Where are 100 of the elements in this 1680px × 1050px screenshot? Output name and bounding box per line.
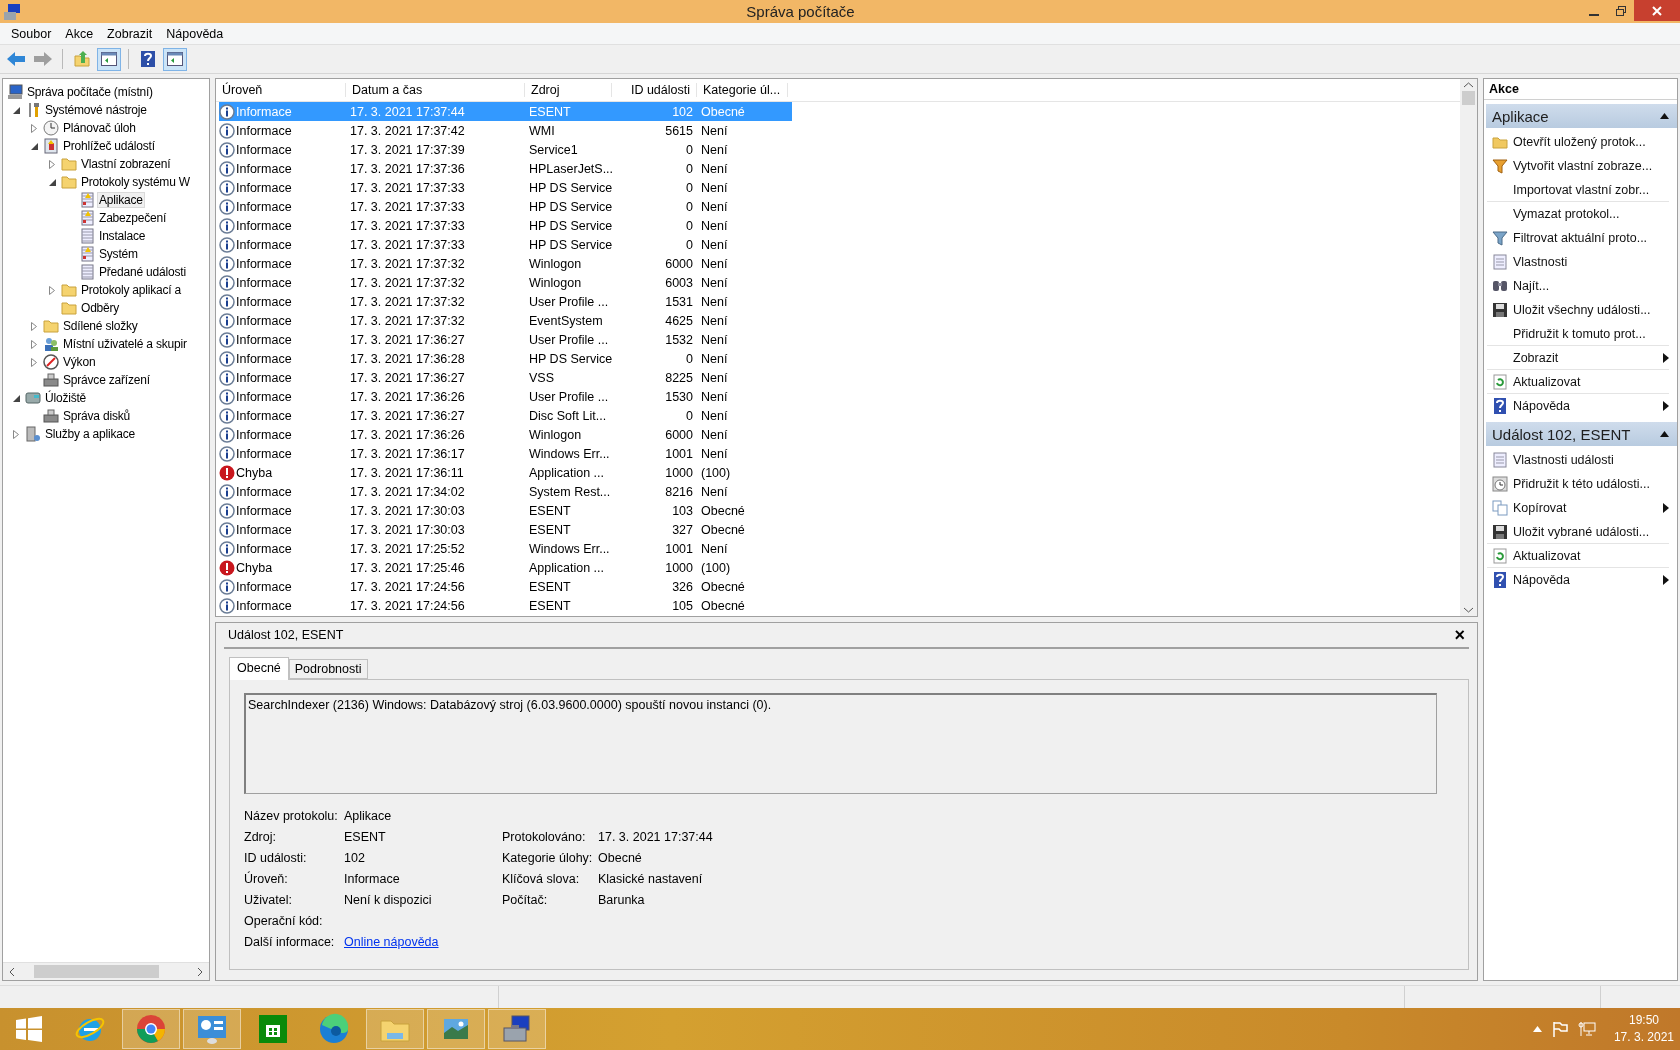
- action-item[interactable]: Zobrazit: [1513, 350, 1663, 365]
- collapse-icon[interactable]: [1660, 113, 1669, 119]
- table-row[interactable]: Informace 17. 3. 2021 17:37:32 EventSystem 4625 Není: [219, 311, 792, 330]
- tray-arrow-icon[interactable]: [1532, 1026, 1542, 1032]
- table-row[interactable]: Informace 17. 3. 2021 17:25:52 Windows Err... 1001 Není: [219, 539, 792, 558]
- tree-item[interactable]: Plánovač úloh: [61, 120, 138, 136]
- expand-icon[interactable]: [49, 159, 55, 169]
- table-row[interactable]: Informace 17. 3. 2021 17:37:32 User Profile ... 1531 Není: [219, 292, 792, 311]
- flag-icon[interactable]: [1551, 1021, 1568, 1037]
- expand-icon[interactable]: [49, 285, 55, 295]
- column-header[interactable]: ID události: [612, 83, 697, 97]
- scroll-thumb[interactable]: [34, 965, 159, 978]
- tree-item[interactable]: Systémové nástroje: [43, 102, 149, 118]
- collapse-icon[interactable]: [13, 106, 20, 114]
- table-row[interactable]: Informace 17. 3. 2021 17:36:17 Windows Err... 1001 Není: [219, 444, 792, 463]
- action-item[interactable]: Nápověda: [1513, 572, 1663, 587]
- table-row[interactable]: Informace 17. 3. 2021 17:37:36 HPLaserJetS... 0 Není: [219, 159, 792, 178]
- tree-item[interactable]: Vlastní zobrazení: [79, 156, 173, 172]
- table-row[interactable]: Informace 17. 3. 2021 17:37:32 Winlogon 6003 Není: [219, 273, 792, 292]
- scroll-up-icon[interactable]: [1464, 82, 1473, 88]
- tab[interactable]: Podrobnosti: [288, 659, 368, 679]
- action-item[interactable]: Uložit všechny události...: [1513, 302, 1669, 317]
- close-button[interactable]: ×: [1450, 627, 1469, 643]
- collapse-icon[interactable]: [31, 142, 38, 150]
- tree-item[interactable]: Prohlížeč událostí: [61, 138, 157, 154]
- action-item[interactable]: Vymazat protokol...: [1513, 206, 1669, 221]
- menu-item[interactable]: Akce: [58, 26, 101, 41]
- network-icon[interactable]: [1577, 1021, 1596, 1037]
- tree-item[interactable]: Místní uživatelé a skupir: [61, 336, 189, 352]
- tab[interactable]: Obecné: [229, 657, 289, 680]
- close-button[interactable]: [1634, 0, 1680, 21]
- scroll-right-icon[interactable]: [196, 967, 204, 976]
- action-item[interactable]: Nápověda: [1513, 398, 1663, 413]
- scrollbar[interactable]: [1460, 79, 1477, 616]
- tree-item[interactable]: Protokoly aplikací a: [79, 282, 184, 298]
- scroll-thumb[interactable]: [1462, 91, 1475, 105]
- action-item[interactable]: Uložit vybrané události...: [1513, 524, 1669, 539]
- taskbar-app[interactable]: [427, 1009, 485, 1049]
- help-link[interactable]: Online nápověda: [344, 935, 439, 949]
- scroll-down-icon[interactable]: [1464, 607, 1473, 613]
- tree-item[interactable]: Předané události: [97, 264, 188, 280]
- action-item[interactable]: Importovat vlastní zobr...: [1513, 182, 1669, 197]
- expand-icon[interactable]: [13, 429, 19, 439]
- table-row[interactable]: Informace 17. 3. 2021 17:36:26 User Profile ... 1530 Není: [219, 387, 792, 406]
- table-row[interactable]: Chyba 17. 3. 2021 17:36:11 Application ... 1000 (100): [219, 463, 792, 482]
- tree-item[interactable]: Správa disků: [61, 408, 132, 424]
- column-header[interactable]: Úroveň: [216, 83, 346, 97]
- column-header[interactable]: Zdroj: [525, 83, 612, 97]
- action-item[interactable]: Otevřít uložený protok...: [1513, 134, 1669, 149]
- table-row[interactable]: Informace 17. 3. 2021 17:24:56 ESENT 326 Obecné: [219, 577, 792, 596]
- collapse-icon[interactable]: [49, 178, 56, 186]
- action-item[interactable]: Vytvořit vlastní zobraze...: [1513, 158, 1669, 173]
- table-row[interactable]: Informace 17. 3. 2021 17:37:33 HP DS Service 0 Není: [219, 216, 792, 235]
- section-header[interactable]: Aplikace: [1486, 104, 1677, 128]
- table-row[interactable]: Informace 17. 3. 2021 17:37:32 Winlogon 6000 Není: [219, 254, 792, 273]
- table-row[interactable]: Chyba 17. 3. 2021 17:25:46 Application ... 1000 (100): [219, 558, 792, 577]
- table-row[interactable]: Informace 17. 3. 2021 17:37:42 WMI 5615 Není: [219, 121, 792, 140]
- taskbar-app[interactable]: [122, 1009, 180, 1049]
- table-row[interactable]: Informace 17. 3. 2021 17:30:03 ESENT 103 Obecné: [219, 501, 792, 520]
- tree-item[interactable]: Výkon: [61, 354, 98, 370]
- action-item[interactable]: Vlastnosti: [1513, 254, 1669, 269]
- table-row[interactable]: Informace 17. 3. 2021 17:30:03 ESENT 327 Obecné: [219, 520, 792, 539]
- action-item[interactable]: Najít...: [1513, 278, 1669, 293]
- table-row[interactable]: Informace 17. 3. 2021 17:36:27 VSS 8225 Není: [219, 368, 792, 387]
- toolbar-button[interactable]: [97, 47, 121, 71]
- tree-item[interactable]: Sdílené složky: [61, 318, 140, 334]
- tree-item[interactable]: Instalace: [97, 228, 148, 244]
- collapse-icon[interactable]: [1660, 431, 1669, 437]
- tree-item[interactable]: Zabezpečení: [97, 210, 169, 226]
- table-row[interactable]: Informace 17. 3. 2021 17:24:56 ESENT 105 Obecné: [219, 596, 792, 615]
- tree-item[interactable]: Odběry: [79, 300, 122, 316]
- table-row[interactable]: Informace 17. 3. 2021 17:36:28 HP DS Service 0 Není: [219, 349, 792, 368]
- table-row[interactable]: Informace 17. 3. 2021 17:36:27 User Profile ... 1532 Není: [219, 330, 792, 349]
- table-row[interactable]: Informace 17. 3. 2021 17:37:33 HP DS Service 0 Není: [219, 178, 792, 197]
- action-item[interactable]: Aktualizovat: [1513, 374, 1669, 389]
- action-item[interactable]: Přidružit k tomuto prot...: [1513, 326, 1669, 341]
- action-item[interactable]: Filtrovat aktuální proto...: [1513, 230, 1669, 245]
- scroll-left-icon[interactable]: [8, 967, 16, 976]
- menu-item[interactable]: Nápověda: [159, 26, 231, 41]
- tree-item[interactable]: Správa počítače (místní): [25, 84, 155, 100]
- table-row[interactable]: Informace 17. 3. 2021 17:37:39 Service1 0 Není: [219, 140, 792, 159]
- expand-icon[interactable]: [31, 123, 37, 133]
- taskbar-app[interactable]: [183, 1009, 241, 1049]
- table-row[interactable]: Informace 17. 3. 2021 17:37:33 HP DS Service 0 Není: [219, 197, 792, 216]
- taskbar-app[interactable]: [488, 1009, 546, 1049]
- tree-item[interactable]: Správce zařízení: [61, 372, 152, 388]
- action-item[interactable]: Aktualizovat: [1513, 548, 1669, 563]
- tree-item[interactable]: Služby a aplikace: [43, 426, 137, 442]
- action-item[interactable]: Přidružit k této události...: [1513, 476, 1669, 491]
- tree-item[interactable]: Protokoly systému W: [79, 174, 192, 190]
- table-row[interactable]: Informace 17. 3. 2021 17:36:27 Disc Soft Lit... 0 Není: [219, 406, 792, 425]
- table-row[interactable]: Informace 17. 3. 2021 17:34:02 System Rest... 8216 Není: [219, 482, 792, 501]
- table-row[interactable]: Informace 17. 3. 2021 17:36:26 Winlogon 6000 Není: [219, 425, 792, 444]
- tree-item[interactable]: Úložiště: [43, 390, 89, 406]
- action-item[interactable]: Vlastnosti události: [1513, 452, 1669, 467]
- scrollbar[interactable]: [3, 962, 209, 980]
- column-header[interactable]: Datum a čas: [346, 83, 525, 97]
- menu-item[interactable]: Soubor: [4, 26, 59, 41]
- table-row[interactable]: Informace 17. 3. 2021 17:37:33 HP DS Service 0 Není: [219, 235, 792, 254]
- collapse-icon[interactable]: [13, 394, 20, 402]
